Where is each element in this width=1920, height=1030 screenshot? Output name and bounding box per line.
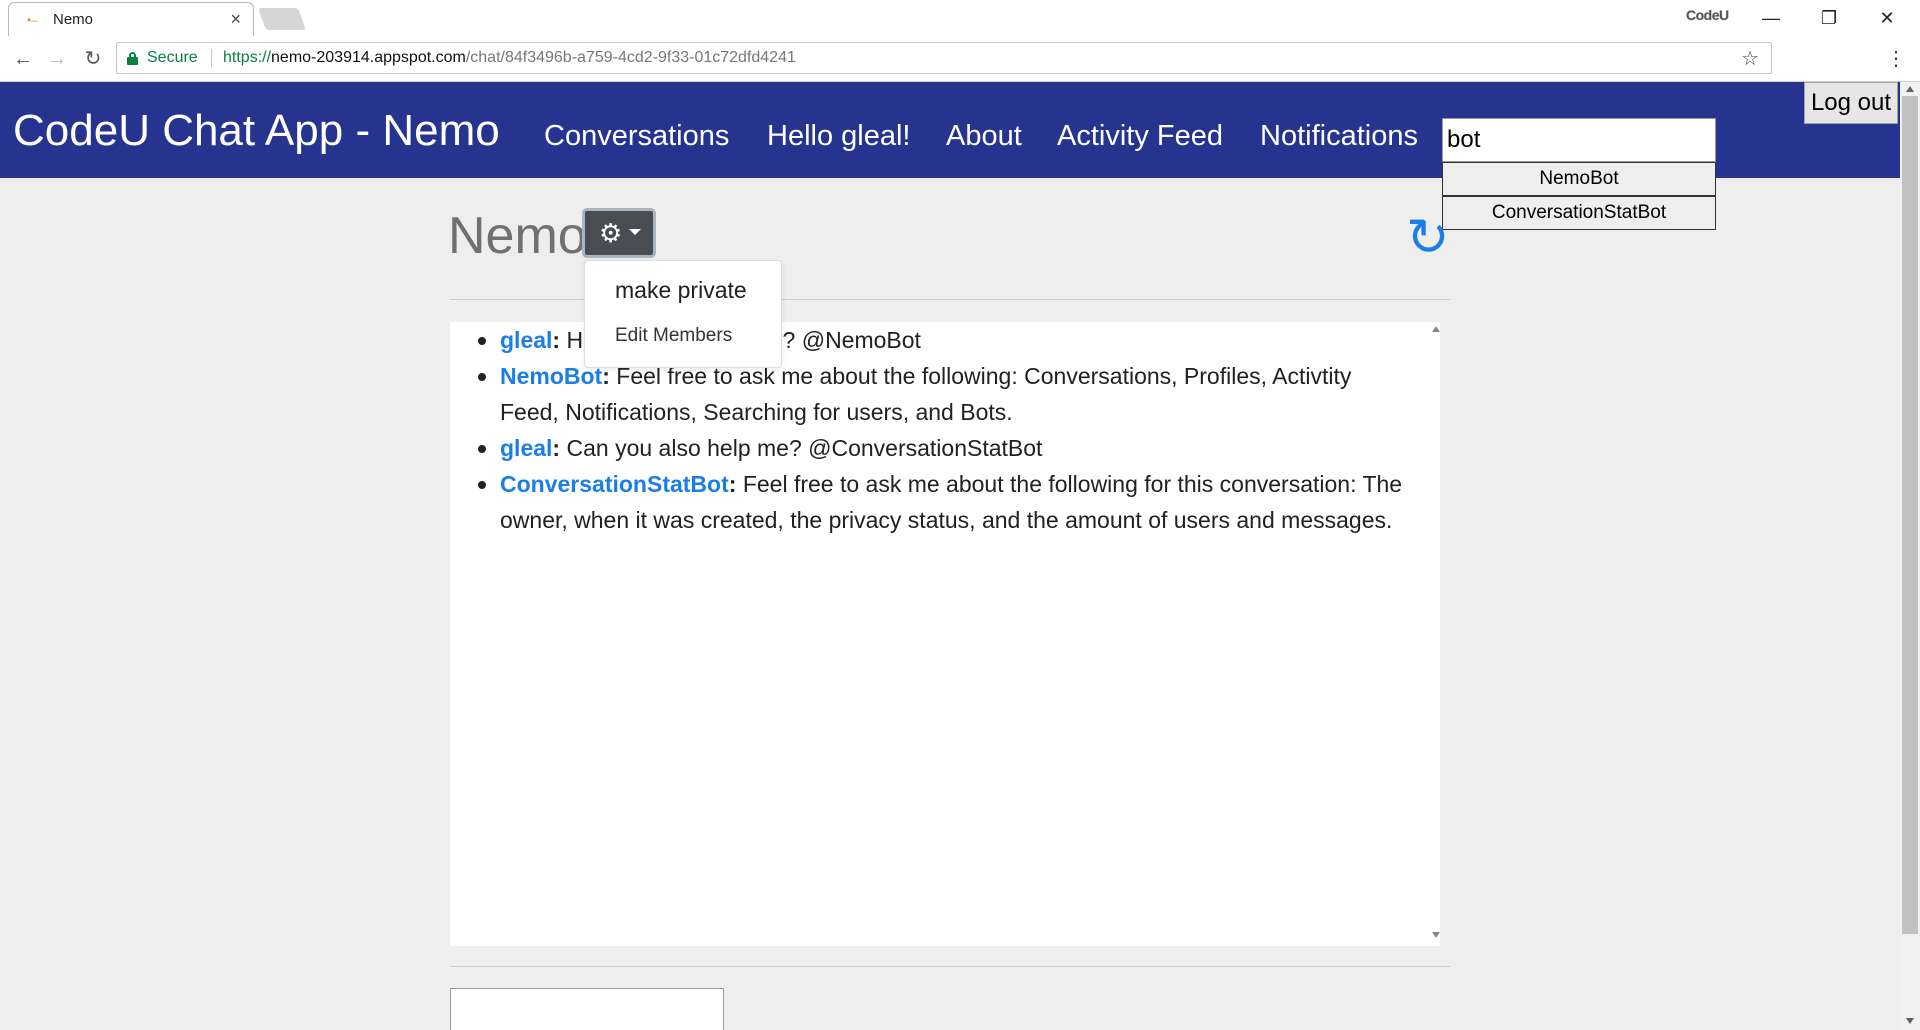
chat-scroll-up-icon[interactable] [1432,326,1440,332]
chat-scroll-down-icon[interactable] [1432,932,1440,938]
url-path: /chat/84f3496b-a759-4cd2-9f33-01c72dfd42… [465,49,796,66]
refresh-icon[interactable]: ↻ [1406,208,1450,268]
url-text[interactable]: https://nemo-203914.appspot.com/chat/84f… [223,49,796,67]
url-host: nemo-203914.appspot.com [271,49,466,66]
chat-messages[interactable]: gleal: Hey can you help me? @NemoBot Nem… [450,322,1440,946]
close-window-icon[interactable]: ✕ [1864,4,1910,32]
menu-item-edit-members[interactable]: Edit Members [615,325,732,347]
nav-hello-user[interactable]: Hello gleal! [767,120,910,153]
message-author[interactable]: ConversationStatBot [500,471,729,497]
message-input[interactable] [450,988,724,1030]
scroll-down-icon[interactable] [1906,1018,1914,1024]
page-scrollbar[interactable] [1900,82,1920,1030]
message-author[interactable]: gleal [500,327,552,353]
conversation-title: Nemo [448,207,587,265]
settings-dropdown-button[interactable]: ⚙ [582,208,656,258]
browser-toolbar: ← → ↻ Secure https://nemo-203914.appspot… [0,36,1920,82]
url-scheme: https:// [223,49,272,66]
nav-notifications[interactable]: Notifications [1260,120,1418,153]
settings-dropdown-menu: make private Edit Members [584,260,782,368]
caret-down-icon [629,229,641,235]
menu-item-make-private[interactable]: make private [615,277,747,304]
restore-icon[interactable]: ❐ [1806,4,1852,32]
divider [450,966,1450,967]
nav-conversations[interactable]: Conversations [544,120,729,153]
profile-label[interactable]: CodeU [1686,7,1729,23]
page-viewport: CodeU Chat App - Nemo Conversations Hell… [0,82,1920,1030]
lock-icon [127,52,138,65]
user-search-input[interactable] [1442,118,1716,162]
message-item: ConversationStatBot: Feel free to ask me… [478,466,1410,538]
scroll-up-icon[interactable] [1906,86,1914,92]
nav-about[interactable]: About [946,120,1022,153]
reload-icon[interactable]: ↻ [80,46,106,72]
message-author[interactable]: gleal [500,435,552,461]
scroll-thumb[interactable] [1902,96,1918,934]
nav-activity-feed[interactable]: Activity Feed [1057,120,1223,153]
browser-menu-icon[interactable]: ⋮ [1886,46,1906,71]
star-icon[interactable]: ☆ [1741,46,1759,71]
search-suggestion-nemobot[interactable]: NemoBot [1442,162,1716,196]
logout-button[interactable]: Log out [1804,82,1898,124]
address-bar[interactable]: Secure https://nemo-203914.appspot.com/c… [116,42,1772,74]
message-text: Feel free to ask me about the following:… [500,363,1352,425]
tab-close-icon[interactable]: × [230,9,241,30]
gear-icon: ⚙ [599,218,623,248]
forward-icon[interactable]: → [44,46,70,72]
search-suggestion-conversationstatbot[interactable]: ConversationStatBot [1442,196,1716,230]
back-icon[interactable]: ← [10,46,36,72]
message-text: Can you also help me? @ConversationStatB… [566,435,1043,461]
new-tab-button[interactable] [257,8,307,30]
omnibox-divider [211,49,212,67]
tab-title: Nemo [53,11,94,28]
favicon-icon: •– [27,13,38,27]
minimize-icon[interactable]: — [1748,4,1794,32]
app-brand[interactable]: CodeU Chat App - Nemo [13,106,500,156]
browser-titlebar: •– Nemo × CodeU — ❐ ✕ [0,0,1920,36]
message-item: NemoBot: Feel free to ask me about the f… [478,358,1410,430]
message-item: gleal: Can you also help me? @Conversati… [478,430,1410,466]
browser-tab[interactable]: •– Nemo × [8,2,254,36]
secure-label: Secure [147,49,198,66]
